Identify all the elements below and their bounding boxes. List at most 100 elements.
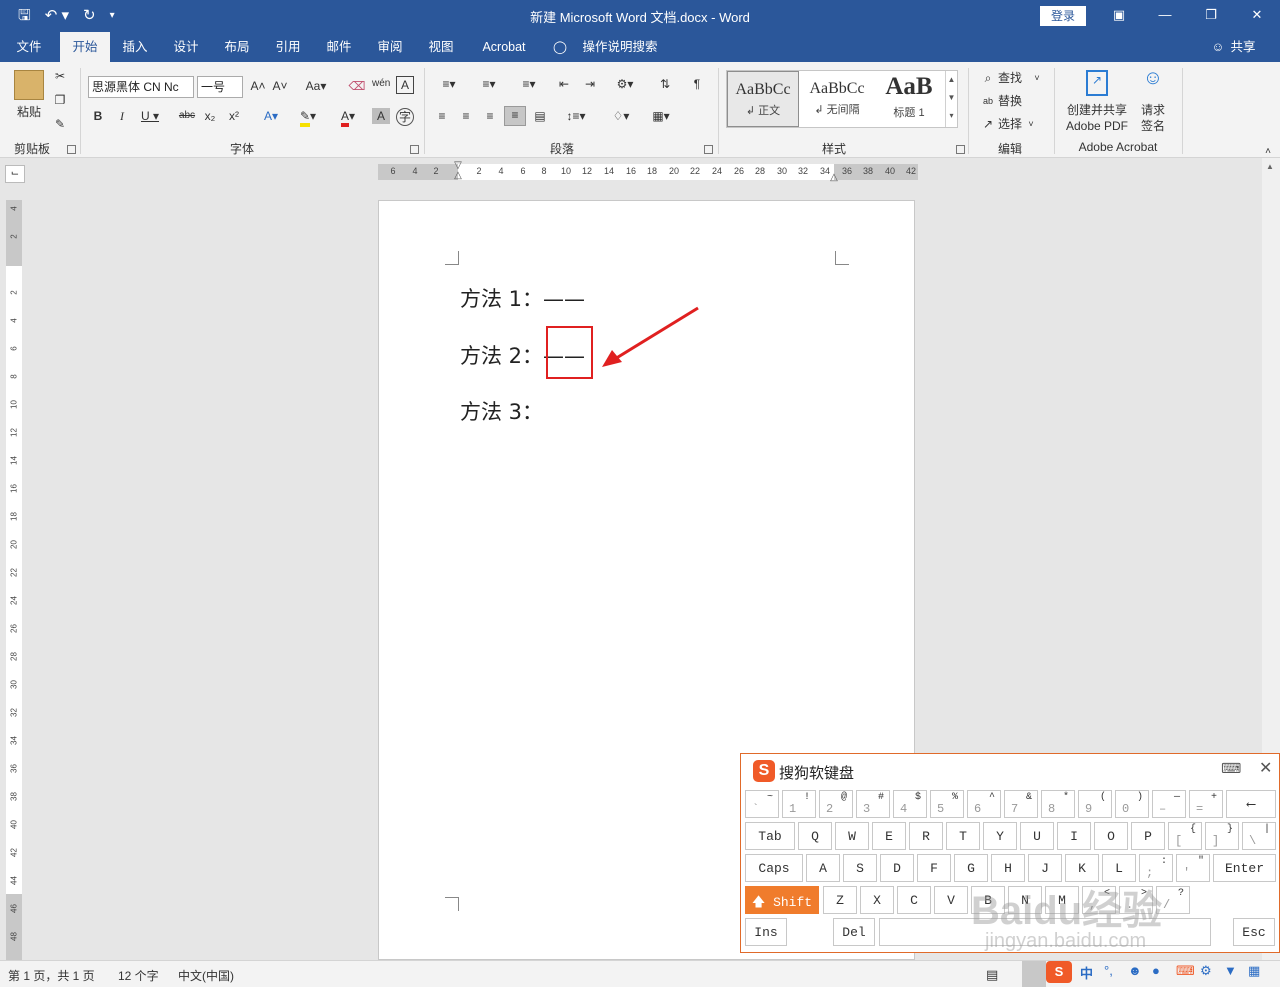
key-quote[interactable]: " ' [1176, 854, 1210, 882]
read-mode-icon[interactable]: ▤ [986, 967, 998, 983]
key-minus[interactable]: — – [1152, 790, 1186, 818]
align-right-icon[interactable]: ≡ [480, 108, 500, 124]
key-c[interactable]: C [897, 886, 931, 914]
key-0[interactable]: ) 0 [1115, 790, 1149, 818]
tab-file[interactable]: 文件 [8, 32, 50, 62]
style-heading-1[interactable]: AaB 标题 1 [873, 71, 945, 127]
voice-icon[interactable]: ● [1152, 963, 1160, 983]
styles-scroll[interactable]: ▲ ▼ ▾ [945, 71, 957, 127]
style-normal[interactable]: AaBbCc ↲ 正文 [727, 71, 799, 127]
skin-icon[interactable]: ▼ [1224, 963, 1237, 983]
line-spacing-icon[interactable]: ↕≡▾ [560, 108, 592, 124]
key-backslash[interactable]: | \ [1242, 822, 1276, 850]
keyboard-close-icon[interactable]: ✕ [1259, 758, 1272, 778]
bullets-icon[interactable]: ≡▾ [432, 76, 466, 92]
key-esc[interactable]: Esc [1233, 918, 1275, 946]
close-icon[interactable]: ✕ [1234, 0, 1280, 32]
login-button[interactable]: 登录 [1040, 6, 1086, 26]
key-del[interactable]: Del [833, 918, 875, 946]
subscript-icon[interactable]: x₂ [202, 108, 218, 124]
tab-view[interactable]: 视图 [420, 32, 462, 62]
justify-icon[interactable]: ≡ [504, 106, 526, 126]
share-button[interactable]: 共享 [1228, 32, 1258, 62]
align-center-icon[interactable]: ≡ [456, 108, 476, 124]
key-t[interactable]: T [946, 822, 980, 850]
key-i[interactable]: I [1057, 822, 1091, 850]
key-w[interactable]: W [835, 822, 869, 850]
font-size-combo[interactable]: 一号 [197, 76, 243, 98]
font-launcher-icon[interactable] [410, 145, 419, 154]
numbering-icon[interactable]: ≡▾ [472, 76, 506, 92]
show-marks-icon[interactable]: ¶ [688, 76, 706, 92]
tab-references[interactable]: 引用 [267, 32, 309, 62]
emoji-icon[interactable]: ☻ [1128, 963, 1142, 983]
clipboard-launcher-icon[interactable] [67, 145, 76, 154]
paste-button[interactable]: 粘贴 [12, 104, 46, 120]
decrease-indent-icon[interactable]: ⇤ [554, 76, 574, 92]
ime-mode-icon[interactable]: 中 [1080, 963, 1093, 983]
create-share-pdf-button[interactable]: 创建并共享 [1060, 102, 1134, 118]
key-backspace[interactable]: ⟵ [1226, 790, 1276, 818]
key-lbracket[interactable]: {[ [1168, 822, 1202, 850]
toolbox-icon[interactable]: ⚙ [1200, 963, 1212, 983]
key-r[interactable]: R [909, 822, 943, 850]
keyboard-tray-icon[interactable]: ⌨ [1176, 963, 1195, 983]
replace-button[interactable]: 替换 [998, 93, 1026, 109]
find-button[interactable]: 查找 [998, 70, 1026, 86]
tab-layout[interactable]: 布局 [216, 32, 258, 62]
tab-stop-selector[interactable]: ⌙ [5, 165, 25, 183]
ribbon-display-icon[interactable]: ▣ [1096, 0, 1142, 32]
grow-font-icon[interactable]: A˄ [250, 78, 266, 94]
chinese-layout-icon[interactable]: ⚙▾ [610, 76, 640, 92]
format-painter-icon[interactable]: ✎ [52, 116, 68, 132]
bold-icon[interactable]: B [90, 108, 106, 124]
scroll-up-icon[interactable]: ▲ [1266, 162, 1274, 171]
sogou-ime-icon[interactable]: S [1046, 961, 1072, 983]
punct-icon[interactable]: °, [1104, 963, 1113, 983]
request-sign-button[interactable]: 请求 [1136, 102, 1170, 118]
key-p[interactable]: P [1131, 822, 1165, 850]
page-count[interactable]: 第 1 页，共 1 页 [8, 967, 95, 984]
key-ins[interactable]: Ins [745, 918, 787, 946]
style-no-spacing[interactable]: AaBbCc ↲ 无间隔 [801, 71, 873, 127]
key-equal[interactable]: + = [1189, 790, 1223, 818]
font-color-icon[interactable]: A▾ [332, 108, 364, 127]
key-u[interactable]: U [1020, 822, 1054, 850]
font-name-combo[interactable]: 思源黑体 CN Nc [88, 76, 194, 98]
key-2[interactable]: @2 [819, 790, 853, 818]
tab-mailings[interactable]: 邮件 [318, 32, 360, 62]
word-count[interactable]: 12 个字 [118, 967, 159, 984]
strikethrough-icon[interactable]: abc [176, 108, 198, 124]
restore-icon[interactable]: ❐ [1188, 0, 1234, 32]
key-o[interactable]: O [1094, 822, 1128, 850]
key-q[interactable]: Q [798, 822, 832, 850]
paste-icon[interactable] [14, 70, 44, 100]
text-effects-icon[interactable]: A▾ [256, 108, 286, 124]
sort-icon[interactable]: ⇅ [656, 76, 674, 92]
shrink-font-icon[interactable]: A˅ [272, 78, 288, 94]
minimize-icon[interactable]: — [1142, 0, 1188, 32]
align-left-icon[interactable]: ≡ [432, 108, 452, 124]
change-case-icon[interactable]: Aa▾ [302, 78, 330, 94]
multilevel-list-icon[interactable]: ≡▾ [512, 76, 546, 92]
doc-line-3[interactable]: 方法 3： [460, 396, 543, 426]
vertical-ruler[interactable]: 4 2 2 4 6 8 10 12 14 16 18 20 22 24 26 2… [6, 200, 22, 960]
tab-review[interactable]: 审阅 [369, 32, 411, 62]
key-backtick[interactable]: ~ ` [745, 790, 779, 818]
clear-format-icon[interactable]: ⌫ [348, 78, 366, 94]
horizontal-ruler[interactable]: 6 4 2 2 4 6 8 10 12 14 16 18 20 22 24 26… [378, 161, 918, 183]
key-8[interactable]: * 8 [1041, 790, 1075, 818]
key-e[interactable]: E [872, 822, 906, 850]
key-caps[interactable]: Caps [745, 854, 803, 882]
tab-acrobat[interactable]: Acrobat [474, 32, 534, 62]
keyboard-switch-icon[interactable]: ⌨ [1221, 760, 1241, 777]
key-tab[interactable]: Tab [745, 822, 795, 850]
copy-icon[interactable]: ❐ [52, 92, 68, 108]
key-9[interactable]: (9 [1078, 790, 1112, 818]
key-6[interactable]: ^ 6 [967, 790, 1001, 818]
more-grid-icon[interactable]: ▦ [1248, 963, 1260, 983]
doc-line-1[interactable]: 方法 1：—— [460, 283, 585, 313]
right-indent-marker[interactable]: △ [828, 172, 840, 183]
key-enter[interactable]: Enter [1213, 854, 1276, 882]
superscript-icon[interactable]: x² [226, 108, 242, 124]
